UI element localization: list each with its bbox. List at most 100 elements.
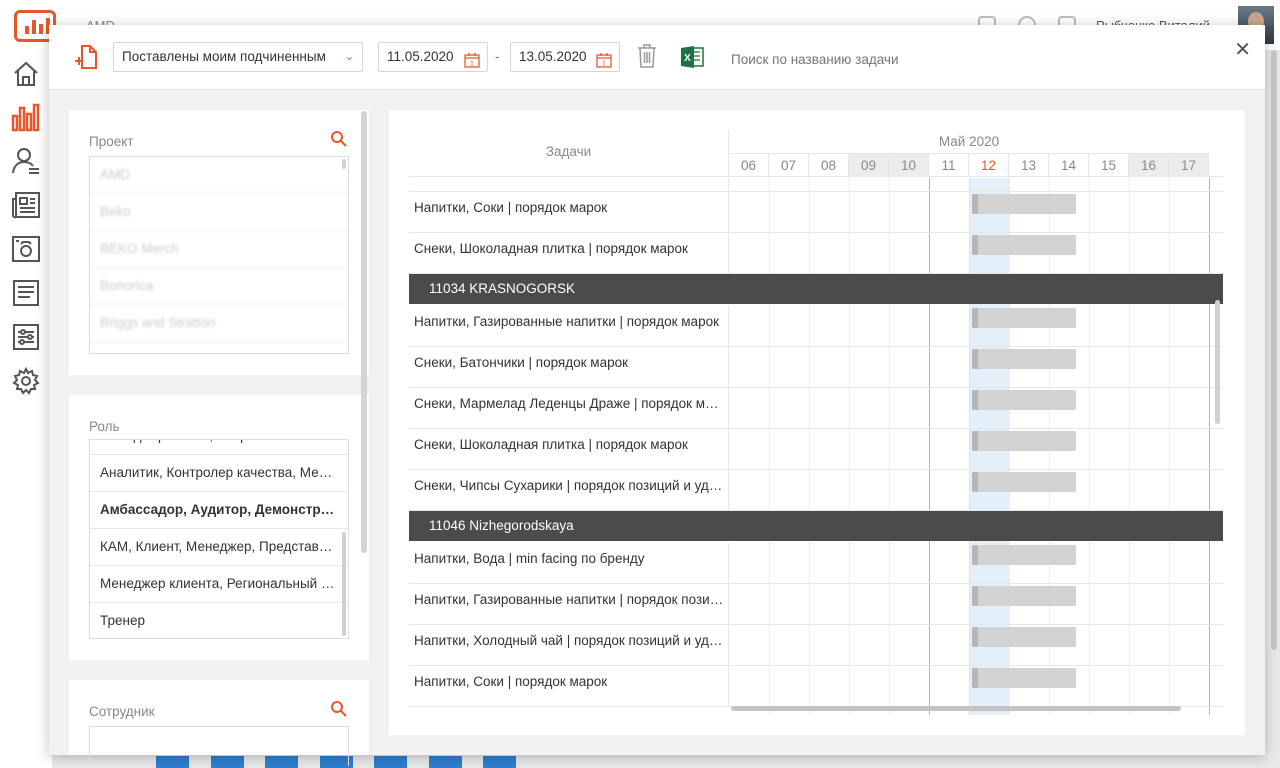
users-icon[interactable] [10,145,42,177]
day-header-12: 12 [969,154,1009,177]
task-label: Напитки, Газированные напитки | порядок … [414,314,719,329]
project-filter-label: Проект [89,134,134,149]
calendar-icon[interactable]: 1 [464,50,480,78]
list-item[interactable]: Амбассадор, Аудитор, Демонстратор [90,492,348,529]
day-header-13: 13 [1009,154,1049,177]
tasks-modal: Поставлены моим подчиненным ⌄ 11.05.2020… [49,25,1265,766]
excel-export-icon[interactable]: X [680,45,704,74]
gantt-body[interactable]: Напитки, Газированные напитки | порядок … [409,178,1223,715]
list-item[interactable]: Менеджер клиента, Региональный менеджер [90,566,348,603]
svg-text:1: 1 [602,61,606,68]
date-to-field[interactable]: 13.05.2020 1 [510,42,620,72]
task-row[interactable]: Напитки, Соки | порядок марок [409,666,1223,707]
task-row[interactable]: Снеки, Шоколадная плитка | порядок марок [409,429,1223,470]
row-divider [728,429,729,470]
gantt-horizontal-scrollbar[interactable] [731,706,1181,711]
modal-toolbar: Поставлены моим подчиненным ⌄ 11.05.2020… [49,25,1265,90]
store-group-header[interactable]: 11034 KRASNOGORSK [409,274,1223,304]
day-header-11: 11 [929,154,969,177]
task-row[interactable]: Напитки, Холодный чай | порядок позиций … [409,625,1223,666]
row-divider [728,543,729,584]
task-row[interactable]: Снеки, Мармелад Леденцы Драже | порядок … [409,388,1223,429]
task-bar[interactable] [972,472,1076,492]
task-bar[interactable] [972,545,1076,565]
task-row[interactable]: Напитки, Газированные напитки | порядок … [409,584,1223,625]
gantt-vertical-scrollbar[interactable] [1215,300,1220,424]
day-header-08: 08 [809,154,849,177]
page-scrollbar[interactable] [1271,50,1277,650]
date-from-field[interactable]: 11.05.2020 1 [378,42,488,72]
role-list[interactable]: Менеджер КАМ-1, Старший аналитик Аналити… [89,439,349,639]
task-row[interactable]: Напитки, Вода | min facing по бренду [409,543,1223,584]
list-item[interactable]: Beko [90,194,348,231]
project-list[interactable]: AMD Beko BEKO Merch Bonorica Briggs and … [89,156,349,354]
add-task-icon[interactable] [73,43,99,76]
task-row[interactable]: Напитки, Соки | порядок марок [409,192,1223,233]
svg-text:X: X [684,53,691,64]
row-divider [728,347,729,388]
list-item[interactable]: Bonorica [90,268,348,305]
day-header-07: 07 [769,154,809,177]
row-divider [728,470,729,511]
search-icon[interactable] [330,700,347,722]
search-icon[interactable] [330,130,347,152]
trash-icon[interactable] [637,44,657,73]
list-item[interactable]: КАМ, Клиент, Менеджер, Представитель [90,529,348,566]
day-header-09: 09 [849,154,889,177]
task-bar[interactable] [972,586,1076,606]
task-bar[interactable] [972,308,1076,328]
project-list-scrollbar[interactable] [342,159,346,169]
employee-filter-panel: Сотрудник [69,680,369,766]
task-row[interactable]: Напитки, Газированные напитки | порядок … [409,178,1223,192]
svg-text:1: 1 [470,61,474,68]
close-icon[interactable]: ✕ [1234,37,1251,62]
task-row[interactable]: Снеки, Чипсы Сухарики | порядок позиций … [409,470,1223,511]
calendar-icon[interactable]: 1 [596,50,612,78]
date-to-value: 13.05.2020 [519,49,587,64]
task-row[interactable]: Снеки, Шоколадная плитка | порядок марок [409,233,1223,274]
tasks-column-header: Задачи [409,130,729,177]
task-row[interactable]: Напитки, Газированные напитки | порядок … [409,306,1223,347]
list-item[interactable]: Тренер [90,603,348,638]
task-bar[interactable] [972,349,1076,369]
task-label: Снеки, Шоколадная плитка | порядок марок [414,241,688,256]
task-row[interactable]: Снеки, Батончики | порядок марок [409,347,1223,388]
analytics-icon[interactable] [10,101,42,133]
row-divider [728,625,729,666]
row-divider [728,178,729,192]
task-label: Снеки, Батончики | порядок марок [414,355,628,370]
settings-icon[interactable] [10,365,42,397]
filters-icon[interactable] [10,321,42,353]
task-bar[interactable] [972,194,1076,214]
day-header-17: 17 [1169,154,1209,177]
tasks-list-icon[interactable] [10,277,42,309]
list-item[interactable]: Аналитик, Контролер качества, Менеджер [90,455,348,492]
task-filter-select[interactable]: Поставлены моим подчиненным ⌄ [113,42,363,72]
row-divider [728,192,729,233]
task-search-input[interactable] [731,52,1031,67]
task-bar[interactable] [972,668,1076,688]
date-from-value: 11.05.2020 [387,49,454,64]
task-bar[interactable] [972,390,1076,410]
day-header-06: 06 [729,154,769,177]
employee-list[interactable] [89,726,349,766]
home-icon[interactable] [10,58,42,90]
gantt-header: Задачи Май 2020 06 07 08 09 10 11 12 13 14 15 16 17 [409,130,1223,177]
role-filter-label: Роль [89,419,120,434]
day-header-15: 15 [1089,154,1129,177]
store-group-header[interactable]: 11046 Nizhegorodskaya [409,511,1223,541]
photo-report-icon[interactable] [10,233,42,265]
list-item[interactable]: Briggs and Stratton [90,305,348,342]
task-label: Напитки, Вода | min facing по бренду [414,551,645,566]
task-bar[interactable] [972,431,1076,451]
project-filter-panel: Проект AMD Beko BEKO Merch Bonorica Brig… [69,110,369,375]
list-item[interactable]: BEKO Merch [90,231,348,268]
news-icon[interactable] [10,189,42,221]
role-list-scrollbar[interactable] [342,532,346,636]
task-bar[interactable] [972,235,1076,255]
list-item[interactable]: Менеджер КАМ-1, Старший аналитик [90,440,348,455]
filters-scrollbar[interactable] [361,111,367,553]
task-label: Снеки, Чипсы Сухарики | порядок позиций … [414,478,724,493]
list-item[interactable]: AMD [90,157,348,194]
task-bar[interactable] [972,627,1076,647]
